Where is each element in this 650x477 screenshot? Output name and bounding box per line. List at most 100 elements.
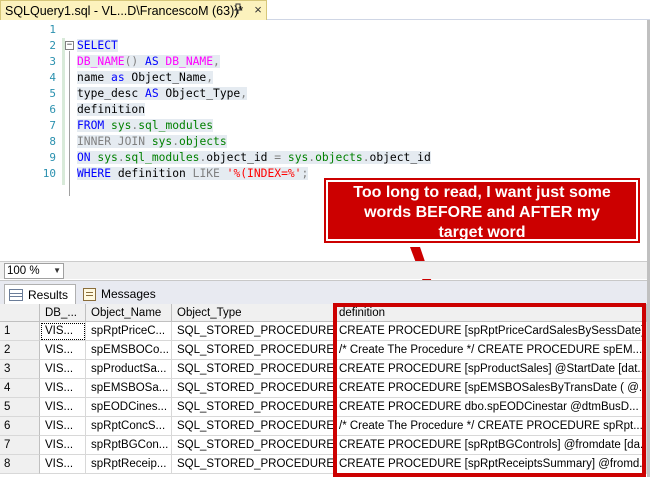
cell-definition[interactable]: CREATE PROCEDURE [spProductSales] @Start… bbox=[334, 360, 647, 379]
cell-object-name[interactable]: spEODCines... bbox=[86, 398, 172, 417]
line-number: 3 bbox=[49, 55, 56, 68]
row-number[interactable]: 5 bbox=[0, 398, 40, 417]
cell-db-name[interactable]: VIS... bbox=[40, 398, 86, 417]
cell-definition[interactable]: /* Create The Procedure */ CREATE PROCED… bbox=[334, 341, 647, 360]
cell-object-type[interactable]: SQL_STORED_PROCEDURE bbox=[172, 455, 334, 474]
code-token: definition bbox=[117, 167, 193, 180]
table-row[interactable]: 4 VIS... spEMSBOSa... SQL_STORED_PROCEDURE C… bbox=[0, 379, 650, 398]
code-token: AS bbox=[145, 55, 166, 68]
code-line[interactable]: INNER JOIN sys.objects bbox=[77, 134, 227, 150]
code-token: sys bbox=[111, 119, 132, 132]
row-number[interactable]: 4 bbox=[0, 379, 40, 398]
cell-object-type[interactable]: SQL_STORED_PROCEDURE bbox=[172, 436, 334, 455]
code-line[interactable]: WHERE definition LIKE '%(INDEX=%'; bbox=[77, 166, 309, 182]
row-number[interactable]: 1 bbox=[0, 322, 40, 341]
chevron-down-icon: ▼ bbox=[53, 266, 61, 275]
code-token: ; bbox=[301, 167, 309, 180]
row-number[interactable]: 8 bbox=[0, 455, 40, 474]
annotation-line-1: Too long to read, I want just some bbox=[353, 184, 611, 201]
row-number[interactable]: 2 bbox=[0, 341, 40, 360]
table-row[interactable]: 7 VIS... spRptBGCon... SQL_STORED_PROCEDURE… bbox=[0, 436, 650, 455]
row-number[interactable]: 3 bbox=[0, 360, 40, 379]
table-row[interactable]: 1 VIS... spRptPriceC... SQL_STORED_PROCEDUR… bbox=[0, 322, 650, 341]
messages-icon bbox=[83, 287, 96, 301]
cell-db-name[interactable]: VIS... bbox=[40, 436, 86, 455]
cell-definition[interactable]: CREATE PROCEDURE [spRptPriceCardSalesByS… bbox=[334, 322, 647, 341]
results-grid[interactable]: DB_... Object_Name Object_Type definitio… bbox=[0, 304, 650, 477]
cell-object-type[interactable]: SQL_STORED_PROCEDURE bbox=[172, 417, 334, 436]
code-line[interactable]: DB_NAME() AS DB_NAME, bbox=[77, 54, 220, 70]
cell-definition[interactable]: CREATE PROCEDURE dbo.spEODCinestar @dtmB… bbox=[334, 398, 647, 417]
cell-object-name[interactable]: spRptReceip... bbox=[86, 455, 172, 474]
code-line[interactable]: definition bbox=[77, 102, 146, 118]
code-line[interactable]: name as Object_Name, bbox=[77, 70, 214, 86]
line-number-gutter: 1 2 3 4 5 6 7 8 9 10 bbox=[0, 21, 58, 260]
column-header-definition[interactable]: definition bbox=[334, 304, 647, 322]
row-number[interactable]: 6 bbox=[0, 417, 40, 436]
cell-object-name[interactable]: spEMSBOCo... bbox=[86, 341, 172, 360]
code-line[interactable]: SELECT bbox=[77, 38, 118, 54]
cell-object-name[interactable]: spEMSBOSa... bbox=[86, 379, 172, 398]
cell-db-name[interactable]: VIS... bbox=[40, 455, 86, 474]
cell-object-type[interactable]: SQL_STORED_PROCEDURE bbox=[172, 341, 334, 360]
code-line[interactable]: type_desc AS Object_Type, bbox=[77, 86, 248, 102]
column-header-object-name[interactable]: Object_Name bbox=[86, 304, 172, 322]
grid-corner[interactable] bbox=[0, 304, 40, 322]
cell-definition[interactable]: CREATE PROCEDURE [spRptReceiptsSummary] … bbox=[334, 455, 647, 474]
code-token: object_id bbox=[369, 151, 431, 164]
table-row[interactable]: 6 VIS... spRptConcS... SQL_STORED_PROCEDURE… bbox=[0, 417, 650, 436]
code-token: , bbox=[240, 87, 248, 100]
cell-object-name[interactable]: spRptConcS... bbox=[86, 417, 172, 436]
cell-definition[interactable]: CREATE PROCEDURE [spRptBGControls] @from… bbox=[334, 436, 647, 455]
tab-results-label: Results bbox=[28, 287, 69, 302]
change-tracking-bar bbox=[62, 38, 65, 185]
line-number: 6 bbox=[49, 103, 56, 116]
cell-db-name[interactable]: VIS... bbox=[40, 341, 86, 360]
code-token: LIKE bbox=[192, 167, 227, 180]
cell-object-type[interactable]: SQL_STORED_PROCEDURE bbox=[172, 379, 334, 398]
code-token: sql_modules bbox=[138, 119, 214, 132]
pin-icon[interactable] bbox=[232, 3, 244, 18]
cell-definition[interactable]: /* Create The Procedure */ CREATE PROCED… bbox=[334, 417, 647, 436]
code-token: , bbox=[206, 71, 214, 84]
close-icon[interactable]: × bbox=[252, 2, 264, 18]
table-row[interactable]: 2 VIS... spEMSBOCo... SQL_STORED_PROCEDURE /… bbox=[0, 341, 650, 360]
zoom-dropdown[interactable]: 100 % ▼ bbox=[4, 263, 64, 279]
table-row[interactable]: 3 VIS... spProductSa... SQL_STORED_PROCEDUR… bbox=[0, 360, 650, 379]
cell-db-name[interactable]: VIS... bbox=[40, 322, 86, 341]
editor-status-bar: 100 % ▼ bbox=[0, 261, 650, 279]
collapse-outline-icon[interactable]: − bbox=[65, 41, 74, 50]
code-token: INNER JOIN bbox=[77, 135, 152, 148]
cell-object-name[interactable]: spProductSa... bbox=[86, 360, 172, 379]
row-number[interactable]: 7 bbox=[0, 436, 40, 455]
cell-object-name[interactable]: spRptBGCon... bbox=[86, 436, 172, 455]
column-header-db-name[interactable]: DB_... bbox=[40, 304, 86, 322]
code-token: = bbox=[274, 151, 288, 164]
cell-db-name[interactable]: VIS... bbox=[40, 379, 86, 398]
document-tab[interactable]: SQLQuery1.sql - VL...D\FrancescoM (63))*… bbox=[0, 0, 267, 20]
tab-results[interactable]: Results bbox=[4, 284, 76, 304]
cell-object-name[interactable]: spRptPriceC... bbox=[86, 322, 172, 341]
zoom-value: 100 % bbox=[7, 265, 40, 277]
cell-db-name[interactable]: VIS... bbox=[40, 417, 86, 436]
code-token: , bbox=[213, 55, 220, 68]
code-token: sys bbox=[287, 151, 309, 164]
table-row[interactable]: 5 VIS... spEODCines... SQL_STORED_PROCEDURE… bbox=[0, 398, 650, 417]
document-tab-strip: SQLQuery1.sql - VL...D\FrancescoM (63))*… bbox=[0, 0, 650, 20]
horizontal-scrollbar[interactable] bbox=[68, 265, 648, 277]
code-token: () bbox=[124, 55, 146, 68]
column-header-object-type[interactable]: Object_Type bbox=[172, 304, 334, 322]
code-token: AS bbox=[145, 87, 166, 100]
cell-object-type[interactable]: SQL_STORED_PROCEDURE bbox=[172, 398, 334, 417]
cell-definition[interactable]: CREATE PROCEDURE [spEMSBOSalesByTransDat… bbox=[334, 379, 647, 398]
tab-messages[interactable]: Messages bbox=[79, 284, 159, 304]
cell-object-type[interactable]: SQL_STORED_PROCEDURE bbox=[172, 360, 334, 379]
code-line[interactable]: ON sys.sql_modules.object_id = sys.objec… bbox=[77, 150, 431, 166]
code-token: ON bbox=[77, 151, 98, 164]
table-row[interactable]: 8 VIS... spRptReceip... SQL_STORED_PROCEDUR… bbox=[0, 455, 650, 474]
cell-object-type[interactable]: SQL_STORED_PROCEDURE bbox=[172, 322, 334, 341]
code-line[interactable]: FROM sys.sql_modules bbox=[77, 118, 214, 134]
code-token: '%(INDEX=%' bbox=[226, 167, 302, 180]
line-number: 5 bbox=[49, 87, 56, 100]
cell-db-name[interactable]: VIS... bbox=[40, 360, 86, 379]
